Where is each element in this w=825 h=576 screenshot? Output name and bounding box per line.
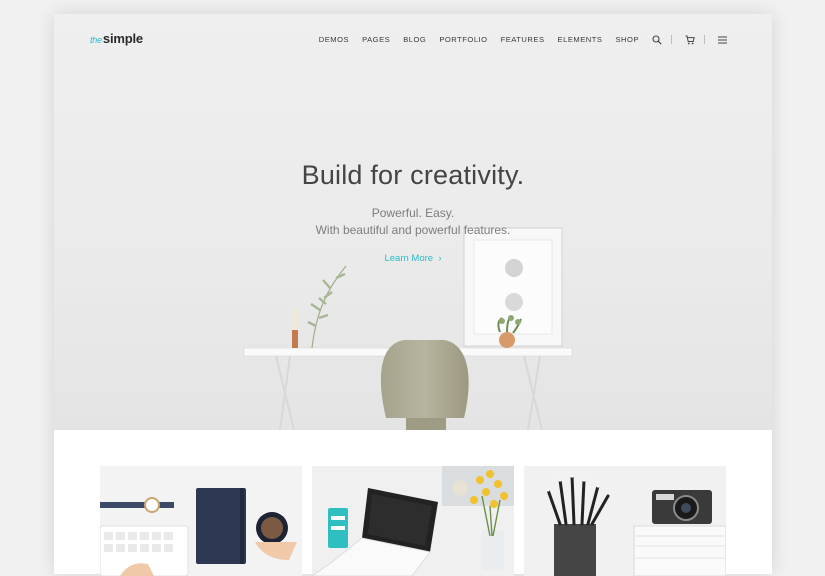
menu-divider [671,35,672,44]
top-navbar: thesimple DEMOS PAGES BLOG PORTFOLIO FEA… [54,14,772,66]
chair [380,340,469,418]
hero-subline-1: Powerful. Easy. [371,206,455,220]
pencil-cup-camera-books-photo [524,466,726,576]
chevron-right-icon: › [438,253,442,264]
menu-divider [704,35,705,44]
hamburger-menu-icon[interactable] [717,34,728,45]
desk-flatlay-notebook-coffee-photo [100,466,302,576]
site-logo[interactable]: thesimple [90,31,143,46]
nav-item-blog[interactable]: BLOG [403,35,426,44]
main-menu: DEMOS PAGES BLOG PORTFOLIO FEATURES ELEM… [306,34,728,45]
portfolio-card-3[interactable] [524,466,726,576]
learn-more-label: Learn More [384,253,434,264]
nav-item-pages[interactable]: PAGES [362,35,390,44]
learn-more-link[interactable]: Learn More › [384,253,441,264]
portfolio-card-1[interactable] [100,466,302,576]
nav-item-portfolio[interactable]: PORTFOLIO [439,35,487,44]
hero-subline-2: With beautiful and powerful features. [315,223,511,237]
hero-subline: Powerful. Easy. With beautiful and power… [54,205,772,239]
nav-item-features[interactable]: FEATURES [501,35,545,44]
search-icon[interactable] [651,34,662,45]
hero-content: Build for creativity. Powerful. Easy. Wi… [54,160,772,266]
laptop-yellow-flowers-photo [312,466,514,576]
nav-item-demos[interactable]: DEMOS [319,35,349,44]
logo-prefix: the [90,35,102,45]
cart-icon[interactable] [684,34,695,45]
logo-name: simple [102,31,143,46]
hero-section: thesimple DEMOS PAGES BLOG PORTFOLIO FEA… [54,14,772,430]
portfolio-card-2[interactable] [312,466,514,576]
nav-item-shop[interactable]: SHOP [615,35,639,44]
nav-item-elements[interactable]: ELEMENTS [558,35,603,44]
candle-holder [292,330,298,348]
hero-headline: Build for creativity. [301,160,525,190]
